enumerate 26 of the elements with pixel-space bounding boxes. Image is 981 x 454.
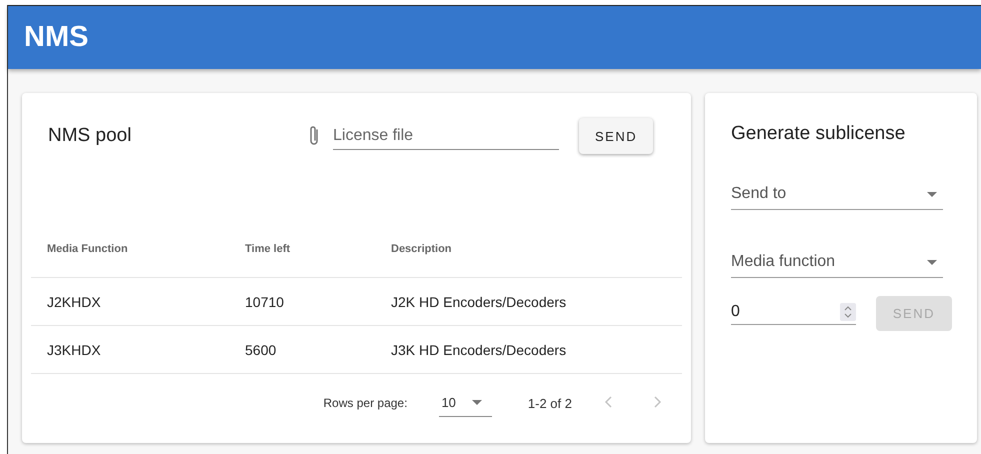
chevron-right-icon (653, 396, 662, 408)
column-header: Media Function (46, 243, 129, 255)
column-header: Time left (245, 243, 292, 255)
page-range: 1-2 of 2 (528, 396, 572, 410)
rows-per-page-label: Rows per page: (323, 396, 408, 410)
card-title: NMS pool (48, 125, 132, 147)
spinner-icon (840, 302, 856, 320)
table-cell-text: J3KHDX (46, 342, 102, 358)
app-title: NMS (24, 21, 88, 54)
send-button[interactable]: SEND (579, 118, 654, 154)
select-field[interactable]: Send to (731, 185, 943, 210)
column-header: Description (391, 243, 452, 255)
table-cell: J2K HD Encoders/Decoders (391, 294, 566, 310)
number-field[interactable]: 0 (731, 302, 856, 324)
table-cell-text: J2KHDX (46, 294, 102, 310)
card-title: Generate sublicense (731, 123, 906, 145)
paperclip-icon (308, 125, 320, 147)
table-cell-text: 5600 (245, 342, 278, 358)
caret-icon (927, 260, 937, 264)
caret-icon (927, 192, 937, 196)
chevron-left-icon (604, 396, 613, 408)
rows-per-page-select[interactable]: 10 (439, 389, 492, 417)
select-field[interactable]: Media function (731, 253, 943, 278)
table-cell-text: 10710 (245, 294, 285, 310)
caret-icon (472, 400, 482, 405)
table-cell: J3K HD Encoders/Decoders (391, 342, 566, 358)
